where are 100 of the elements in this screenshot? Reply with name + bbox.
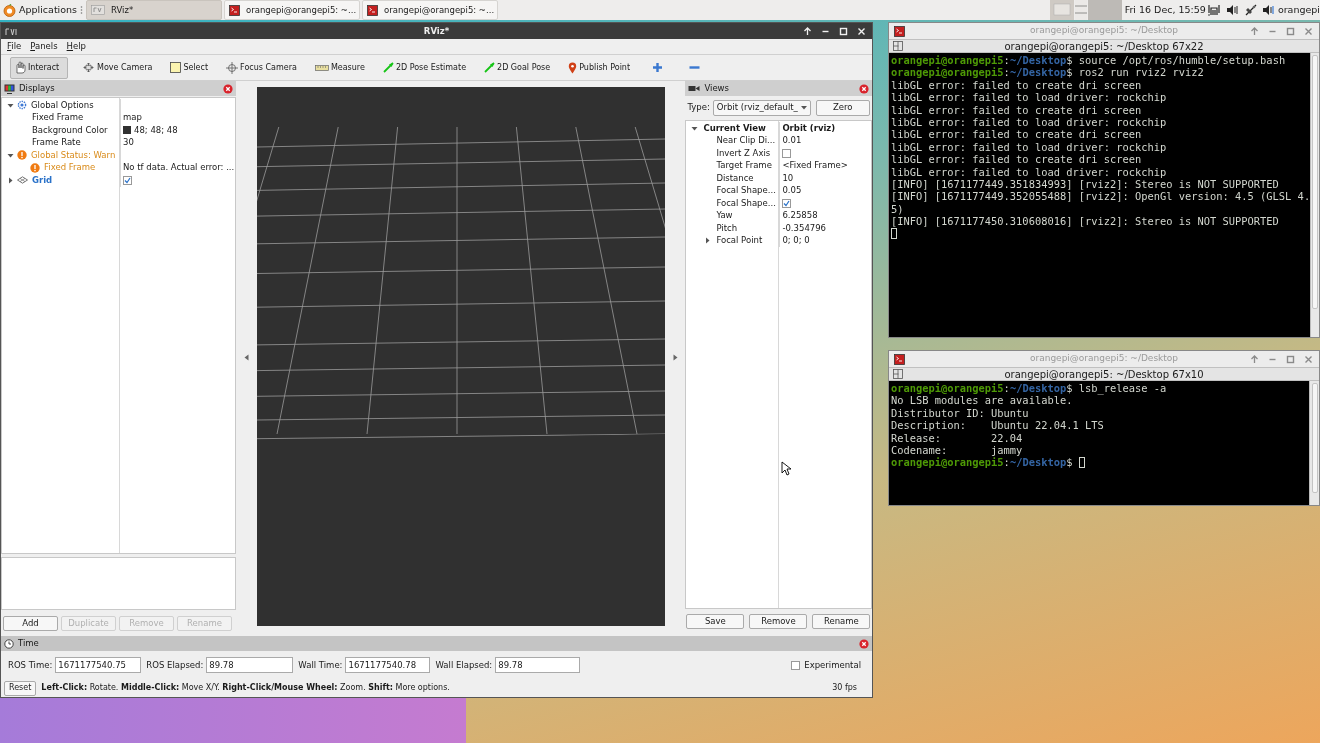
color-swatch[interactable] bbox=[123, 126, 131, 135]
taskbar-button[interactable]: orangepi@orangepi5: ~... bbox=[362, 0, 499, 20]
property-value: 48; 48; 48 bbox=[134, 123, 178, 137]
handle-icon[interactable] bbox=[80, 5, 84, 15]
tool-button[interactable]: Move Camera bbox=[78, 56, 157, 79]
terminal-line: libGL error: failed to create dri screen bbox=[891, 128, 1142, 141]
close-icon[interactable] bbox=[859, 83, 869, 94]
property-label: Global Status: Warn bbox=[31, 148, 116, 162]
rviz-app-icon bbox=[5, 26, 19, 36]
network-icon[interactable] bbox=[1207, 4, 1222, 16]
zero-button[interactable]: Zero bbox=[815, 99, 870, 116]
tool-button[interactable]: 2D Goal Pose bbox=[480, 56, 555, 79]
tool-button[interactable]: Publish Point bbox=[564, 56, 635, 79]
collapse-left-icon[interactable] bbox=[244, 354, 250, 361]
caret-icon bbox=[800, 105, 807, 110]
property-label: Invert Z Axis bbox=[716, 146, 771, 160]
property-value: No tf data. Actual error: ... bbox=[123, 161, 235, 175]
type-dropdown[interactable]: Orbit (rviz_default_ bbox=[712, 99, 811, 116]
arrow-icon bbox=[484, 62, 496, 73]
time-field[interactable]: 1671177540.78 bbox=[345, 657, 431, 673]
terminal-line: No LSB modules are available. bbox=[891, 394, 1073, 407]
tab-menu-icon[interactable] bbox=[893, 369, 903, 379]
panel-button[interactable]: Save bbox=[686, 614, 745, 629]
tool-button[interactable]: 2D Pose Estimate bbox=[378, 56, 471, 79]
camera-icon bbox=[688, 85, 701, 92]
collapse-arrow-icon[interactable] bbox=[691, 124, 699, 132]
terminal-line: orangepi@orangepi5:~/Desktop$ ros2 run rviz2 rviz2 bbox=[891, 66, 1204, 79]
close-icon[interactable] bbox=[859, 638, 869, 649]
terminal-line: orangepi@orangepi5:~/Desktop$ bbox=[891, 456, 1074, 469]
terminal-line: libGL error: failed to create dri screen bbox=[891, 103, 1142, 116]
volume-icon[interactable] bbox=[1225, 4, 1240, 16]
time-field[interactable]: 89.78 bbox=[206, 657, 294, 673]
expand-arrow-icon[interactable] bbox=[7, 176, 14, 184]
clock-text[interactable]: Fri 16 Dec, 15:59 bbox=[1124, 2, 1206, 18]
taskbar-button[interactable]: RViz* bbox=[86, 0, 223, 20]
terminal-line: [INFO] [1671177450.310608016] [rviz2]: Stereo is NOT SUPPORTED bbox=[891, 215, 1279, 228]
warning-icon bbox=[30, 162, 40, 173]
mouse-pointer-icon bbox=[781, 461, 791, 476]
menu-item[interactable]: File bbox=[7, 40, 22, 53]
scrollbar[interactable] bbox=[1309, 381, 1319, 505]
fruit-logo-icon[interactable] bbox=[3, 3, 16, 17]
gear-icon bbox=[17, 100, 27, 111]
property-value: 30 bbox=[123, 136, 134, 150]
menu-item[interactable]: Help bbox=[66, 40, 86, 53]
arrow-icon bbox=[382, 62, 394, 73]
grid-icon bbox=[17, 176, 28, 185]
applications-menu[interactable]: Applications bbox=[19, 2, 78, 18]
panel-title: Displays bbox=[19, 82, 55, 95]
scrollbar[interactable] bbox=[1310, 53, 1319, 337]
ruler-icon bbox=[314, 64, 329, 71]
pin-icon bbox=[568, 61, 578, 74]
collapse-arrow-icon[interactable] bbox=[7, 101, 14, 109]
tool-button[interactable]: Focus Camera bbox=[222, 56, 301, 79]
time-field[interactable]: 1671177540.75 bbox=[55, 657, 142, 673]
reset-button[interactable]: Reset bbox=[4, 680, 37, 696]
property-label: Fixed Frame bbox=[44, 161, 96, 175]
checkbox[interactable] bbox=[791, 660, 801, 670]
close-icon[interactable] bbox=[223, 83, 234, 94]
tab-menu-icon[interactable] bbox=[893, 41, 903, 51]
microphone-muted-icon[interactable] bbox=[1243, 4, 1258, 16]
taskbar-button[interactable]: orangepi@orangepi5: ~... bbox=[224, 0, 361, 20]
terminal-line: 5) bbox=[891, 202, 904, 216]
collapse-arrow-icon[interactable] bbox=[7, 151, 14, 159]
workspace-switcher[interactable] bbox=[1049, 0, 1122, 20]
checkbox[interactable] bbox=[123, 175, 132, 185]
property-value: 0.05 bbox=[782, 184, 802, 198]
panel-button[interactable]: Remove bbox=[749, 614, 808, 629]
property-value: Orbit (rviz) bbox=[782, 121, 836, 135]
checkbox[interactable] bbox=[782, 198, 792, 208]
terminal-line: [INFO] [1671177449.352055488] [rviz2]: OpenGl version: 4.5 (GLSL 4. bbox=[891, 190, 1311, 203]
terminal-tab-title[interactable]: orangepi@orangepi5: ~/Desktop 67x10 bbox=[1004, 366, 1204, 382]
checkmark-icon bbox=[783, 199, 791, 207]
terminal-line: libGL error: failed to load driver: rockchip bbox=[891, 140, 1167, 154]
property-value: 6.25858 bbox=[782, 209, 818, 223]
property-label: Yaw bbox=[716, 209, 733, 223]
collapse-right-icon[interactable] bbox=[672, 354, 678, 361]
user-name[interactable]: orangepi bbox=[1277, 2, 1320, 18]
tool-button[interactable]: Measure bbox=[310, 56, 369, 79]
time-field[interactable]: 89.78 bbox=[495, 657, 581, 673]
panel-button[interactable]: Add bbox=[3, 616, 58, 631]
property-value: map bbox=[123, 111, 142, 125]
panel-title: Time bbox=[18, 637, 39, 650]
property-label: Focal Shape... bbox=[716, 184, 776, 198]
field-label: Wall Elapsed: bbox=[435, 658, 493, 672]
terminal-line: orangepi@orangepi5:~/Desktop$ source /opt/ros/humble/setup.bash bbox=[891, 54, 1286, 67]
tool-button[interactable]: Interact bbox=[10, 56, 68, 79]
window-title: orangepi@orangepi5: ~/Desktop bbox=[1029, 352, 1179, 366]
speaker-icon[interactable] bbox=[1261, 4, 1276, 16]
window-title: RViz* bbox=[423, 25, 450, 36]
property-value: <Fixed Frame> bbox=[782, 159, 848, 173]
render-viewport[interactable] bbox=[257, 87, 666, 626]
terminal-icon bbox=[894, 353, 905, 365]
panel-button[interactable]: Rename bbox=[812, 614, 871, 629]
terminal-line: libGL error: failed to load driver: rockchip bbox=[891, 91, 1167, 104]
checkbox[interactable] bbox=[782, 148, 792, 158]
tool-button[interactable]: Select bbox=[166, 56, 213, 79]
terminal-icon bbox=[229, 4, 241, 16]
menu-item[interactable]: Panels bbox=[30, 40, 58, 53]
terminal-tab-title[interactable]: orangepi@orangepi5: ~/Desktop 67x22 bbox=[1004, 38, 1204, 54]
expand-arrow-icon[interactable] bbox=[704, 237, 712, 245]
